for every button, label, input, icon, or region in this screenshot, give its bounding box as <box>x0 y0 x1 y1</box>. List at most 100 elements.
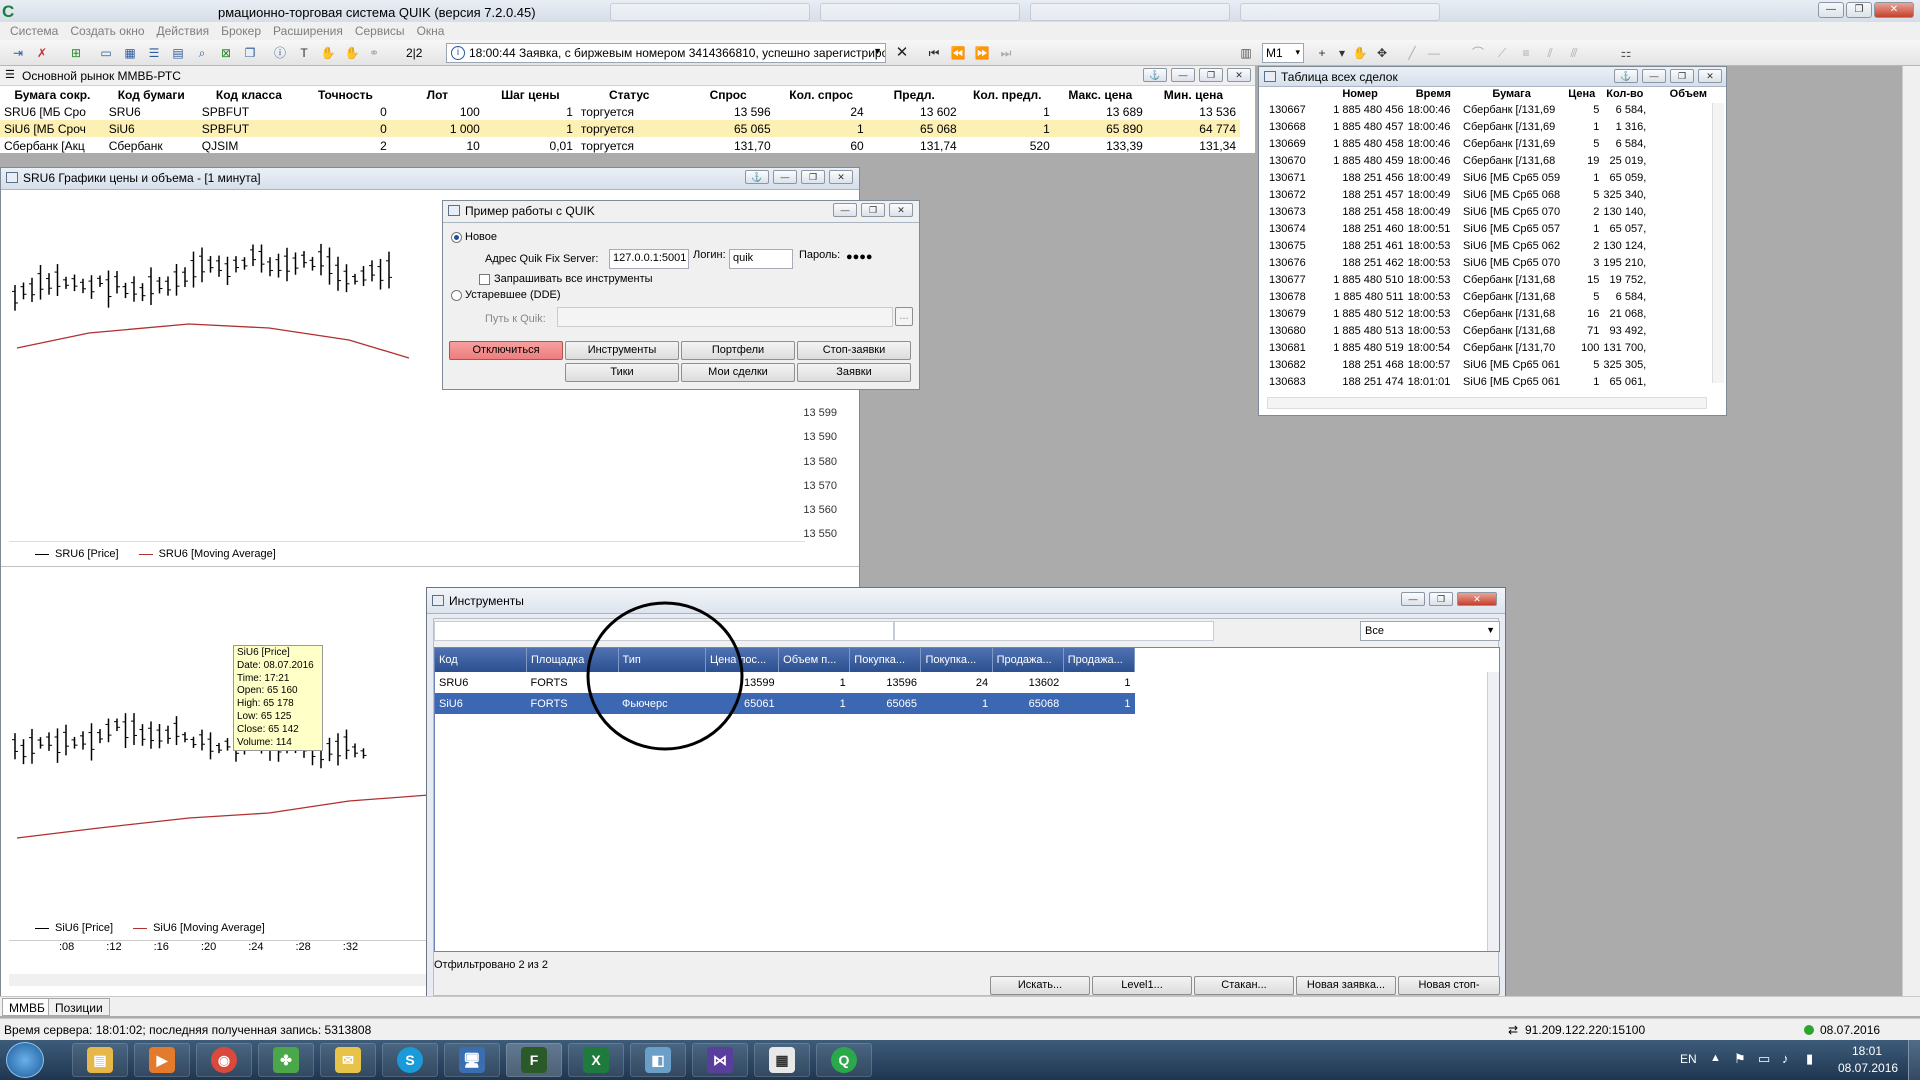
language-indicator[interactable]: EN <box>1680 1052 1697 1066</box>
column-header[interactable]: Продажа... <box>992 648 1064 672</box>
orders-button[interactable]: Заявки <box>797 363 911 382</box>
table-row[interactable]: 130677 1 885 480 510 18:00:53 Сбербанк [/13… <box>1267 271 1707 288</box>
menu-item-broker[interactable]: Брокер <box>215 22 267 40</box>
column-header[interactable]: Кол. предл. <box>961 86 1054 103</box>
search-button[interactable]: Искать... <box>990 976 1090 995</box>
forward-icon[interactable]: ⏩ <box>974 45 990 61</box>
maximize-button[interactable]: ❐ <box>1670 69 1694 83</box>
network-taskbar-button[interactable]: 🖥 <box>444 1043 500 1077</box>
column-header[interactable]: Бумага <box>1461 87 1562 101</box>
table-row[interactable]: SRU6 [МБ Сро SRU6 SPBFUT 0 100 1 торгует… <box>0 103 1240 120</box>
table-row[interactable]: 130679 1 885 480 512 18:00:53 Сбербанк [/13… <box>1267 305 1707 322</box>
column-header[interactable]: Покупка... <box>920 648 993 672</box>
table-row[interactable]: 130671 188 251 456 18:00:49 SiU6 [МБ Ср65 0… <box>1267 169 1707 186</box>
column-header[interactable]: Лот <box>391 86 484 103</box>
rewind-icon[interactable]: ⏪ <box>950 45 966 61</box>
tray-time[interactable]: 18:01 <box>1852 1044 1882 1058</box>
channel-icon[interactable]: ⫽ <box>1542 45 1558 61</box>
minimize-button[interactable]: — <box>1171 68 1195 82</box>
column-header[interactable]: Точность <box>300 86 391 103</box>
search-table-icon[interactable]: ⌕ <box>194 45 210 61</box>
maximize-button[interactable]: ❐ <box>1429 592 1453 606</box>
network-icon[interactable]: ▮ <box>1806 1051 1813 1067</box>
pan-icon[interactable]: ✥ <box>1374 45 1390 61</box>
close-button[interactable]: ✕ <box>1227 68 1251 82</box>
table-row[interactable]: 130674 188 251 460 18:00:51 SiU6 [МБ Ср65 0… <box>1267 220 1707 237</box>
minimize-button[interactable]: — <box>1401 592 1425 606</box>
radio-button[interactable] <box>451 231 462 243</box>
trendline-icon[interactable]: ╱ <box>1404 45 1420 61</box>
column-header[interactable]: Продажа... <box>1063 648 1136 672</box>
table-row[interactable]: 130680 1 885 480 513 18:00:53 Сбербанк [/13… <box>1267 322 1707 339</box>
new-order-button[interactable]: Новая заявка... <box>1296 976 1396 995</box>
column-header[interactable]: Статус <box>577 86 682 103</box>
fibonacci-icon[interactable]: ≡ <box>1518 45 1534 61</box>
visual-studio-taskbar-button[interactable]: ⋈ <box>692 1043 748 1077</box>
vertical-scrollbar[interactable] <box>1712 103 1724 383</box>
table-row[interactable]: SiU6 [МБ Сроч SiU6 SPBFUT 0 1 000 1 торг… <box>0 120 1240 137</box>
fan-icon[interactable]: ⟋ <box>1494 45 1510 61</box>
window-icon[interactable]: ▭ <box>98 45 114 61</box>
table-row[interactable]: 130678 1 885 480 511 18:00:53 Сбербанк [/13… <box>1267 288 1707 305</box>
column-header[interactable]: Объем <box>1648 87 1707 101</box>
explorer-taskbar-button[interactable]: ▤ <box>72 1043 128 1077</box>
close-button[interactable]: ✕ <box>829 170 853 184</box>
table-icon[interactable]: ▦ <box>122 45 138 61</box>
tray-date[interactable]: 08.07.2016 <box>1838 1061 1898 1075</box>
server-address-input[interactable]: 127.0.0.1:5001 <box>609 249 689 269</box>
text-icon[interactable]: T <box>296 45 312 61</box>
add-icon[interactable]: ⊞ <box>68 45 84 61</box>
close-button[interactable]: ✕ <box>1874 2 1914 18</box>
maximize-button[interactable]: ❐ <box>1846 2 1872 18</box>
flag-icon[interactable]: ⚑ <box>1734 1051 1746 1067</box>
table-row[interactable]: 130682 188 251 468 18:00:57 SiU6 [МБ Ср65 0… <box>1267 356 1707 373</box>
draw-icon[interactable]: ⫻ <box>1566 45 1582 61</box>
filter-text-input[interactable] <box>894 621 1214 641</box>
anchor-button[interactable]: ⚓ <box>1614 69 1638 83</box>
media-player-taskbar-button[interactable]: ▶ <box>134 1043 190 1077</box>
tab-mmvb[interactable]: ММВБ <box>2 998 52 1016</box>
timeframe-select[interactable]: M1 ▾ <box>1262 43 1304 63</box>
table-row[interactable]: 130675 188 251 461 18:00:53 SiU6 [МБ Ср65 0… <box>1267 237 1707 254</box>
close-button[interactable]: ✕ <box>889 203 913 217</box>
cancel-order-icon[interactable]: ✗ <box>34 45 50 61</box>
quik-taskbar-button[interactable]: F <box>506 1043 562 1077</box>
chrome-taskbar-button[interactable]: ◉ <box>196 1043 252 1077</box>
table-row[interactable]: SRU6 FORTS 13599 1 13596 24 13602 1 <box>435 672 1135 693</box>
show-desktop-button[interactable] <box>1908 1040 1920 1080</box>
column-header[interactable]: Спрос <box>682 86 775 103</box>
login-input[interactable]: quik <box>729 249 793 269</box>
first-icon[interactable]: ⏮ <box>926 45 942 61</box>
browse-button[interactable]: ... <box>895 307 913 326</box>
column-header[interactable]: Время <box>1406 87 1461 101</box>
password-input[interactable]: ●●●● <box>843 249 913 269</box>
ticks-button[interactable]: Тики <box>565 363 679 382</box>
lower-price-chart[interactable] <box>9 573 429 903</box>
table-row[interactable]: 130667 1 885 480 456 18:00:46 Сбербанк [/13… <box>1267 101 1707 118</box>
delete-icon[interactable]: ⊠ <box>218 45 234 61</box>
portfolios-button[interactable]: Портфели <box>681 341 795 360</box>
vertical-scrollbar[interactable] <box>1487 672 1499 951</box>
arc-icon[interactable]: ⌒ <box>1470 45 1486 61</box>
table-row[interactable]: SiU6 FORTS Фьючерс 65061 1 65065 1 65068… <box>435 693 1135 714</box>
column-header[interactable]: Шаг цены <box>484 86 577 103</box>
disconnect-button[interactable]: Отключиться <box>449 341 563 360</box>
chart-settings-icon[interactable]: ⚏ <box>1618 45 1634 61</box>
column-header[interactable]: Код бумаги <box>105 86 198 103</box>
plus-icon[interactable]: + <box>1314 45 1330 61</box>
filter-select[interactable]: Все ▼ <box>1360 621 1500 641</box>
table-row[interactable]: 130668 1 885 480 457 18:00:46 Сбербанк [/13… <box>1267 118 1707 135</box>
table-row[interactable]: 130676 188 251 462 18:00:53 SiU6 [МБ Ср65 0… <box>1267 254 1707 271</box>
request-all-checkbox[interactable]: Запрашивать все инструменты <box>479 273 653 285</box>
radio-button[interactable] <box>451 289 462 301</box>
radio-new-option[interactable]: Новое <box>451 231 497 243</box>
hand-icon[interactable]: ✋ <box>320 45 336 61</box>
orders-icon[interactable]: ▤ <box>170 45 186 61</box>
chevron-down-icon[interactable]: ▼ <box>873 46 882 56</box>
my-trades-button[interactable]: Мои сделки <box>681 363 795 382</box>
column-header[interactable]: Код класса <box>198 86 300 103</box>
column-header[interactable]: Покупка... <box>849 648 922 672</box>
horizontal-scrollbar[interactable] <box>1267 397 1707 409</box>
column-header[interactable]: Кол. спрос <box>775 86 868 103</box>
quik-path-input[interactable] <box>557 307 893 327</box>
